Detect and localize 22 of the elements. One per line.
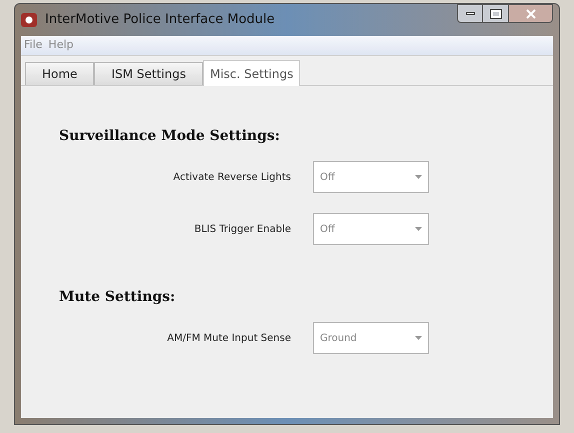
setting-label: AM/FM Mute Input Sense: [166, 332, 291, 346]
window-title: InterMotive Police Interface Module: [45, 11, 275, 30]
maximize-button[interactable]: [483, 4, 509, 23]
app-icon: [21, 13, 37, 27]
section-heading: Mute Settings:: [59, 288, 176, 307]
caret-icon: [415, 336, 422, 340]
close-icon: [526, 8, 536, 18]
close-button[interactable]: [509, 4, 553, 23]
menu-item[interactable]: File: [24, 37, 42, 54]
tab[interactable]: Home: [25, 62, 94, 85]
caret-icon: [415, 175, 422, 179]
menu-item[interactable]: Help: [48, 37, 74, 54]
setting-label: BLIS Trigger Enable: [193, 222, 291, 236]
setting-label: Activate Reverse Lights: [172, 170, 291, 184]
dropdown[interactable]: Off: [313, 161, 429, 193]
minimize-button[interactable]: [457, 4, 483, 23]
tab[interactable]: Misc. Settings: [202, 60, 300, 86]
section-heading: Surveillance Mode Settings:: [59, 127, 281, 146]
dropdown[interactable]: Ground: [313, 322, 429, 354]
dropdown[interactable]: Off: [313, 213, 429, 245]
caret-icon: [415, 227, 422, 231]
tab[interactable]: ISM Settings: [94, 62, 203, 85]
